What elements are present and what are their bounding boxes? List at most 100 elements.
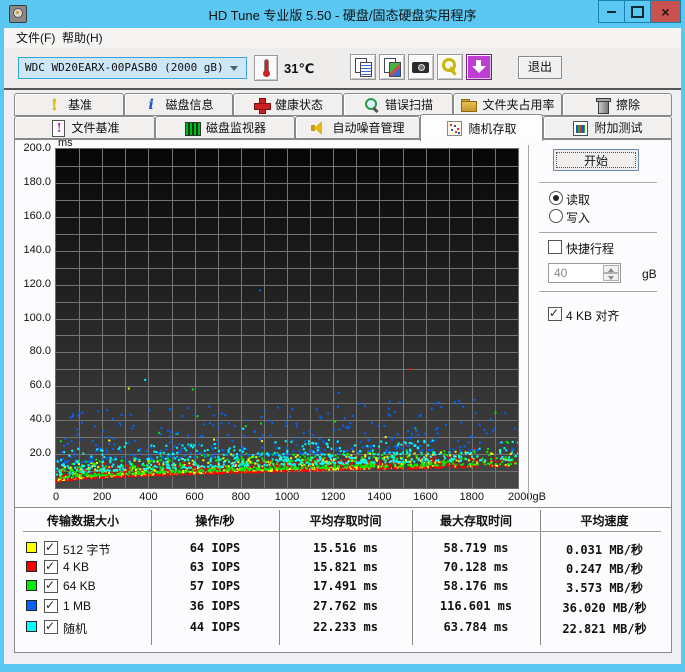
series-checkbox[interactable]	[44, 579, 58, 593]
menu-file[interactable]: 文件(F)	[10, 30, 61, 46]
series-checkbox[interactable]	[44, 620, 58, 634]
series-color-swatch	[26, 621, 37, 632]
folder-icon	[460, 97, 478, 113]
series-label: 64 KB	[63, 579, 96, 593]
title-bar: HD Tune 专业版 5.50 - 硬盘/固态硬盘实用程序 ×	[0, 0, 685, 28]
series-checkbox[interactable]	[44, 541, 58, 555]
x-tick-label: 1600	[413, 491, 438, 503]
capacity-value: 40	[554, 266, 568, 280]
spinner-up-button[interactable]	[603, 265, 619, 273]
align-4kb-checkbox[interactable]	[548, 307, 562, 321]
tab-disk-monitor[interactable]: 磁盘监视器	[155, 116, 295, 139]
avg-speed: 0.247 MB/秒	[565, 562, 644, 576]
options-button[interactable]	[437, 54, 463, 80]
menu-help[interactable]: 帮助(H)	[56, 30, 109, 46]
iops-value: 63 IOPS	[189, 560, 241, 574]
series-checkbox[interactable]	[44, 599, 58, 613]
x-tick-label: 1000	[274, 491, 300, 503]
start-button[interactable]: 开始	[553, 149, 639, 171]
copy-text-button[interactable]	[350, 54, 376, 80]
read-radio[interactable]	[549, 191, 563, 205]
table-row: 512 字节 64 IOPS 15.516 ms 58.719 ms 0.031…	[15, 539, 671, 558]
info-icon	[143, 97, 160, 113]
screenshot-button[interactable]	[408, 54, 434, 80]
x-tick-label: 1800	[459, 491, 485, 503]
speaker-icon	[310, 120, 327, 136]
app-window: HD Tune 专业版 5.50 - 硬盘/固态硬盘实用程序 × 文件(F) 帮…	[0, 0, 685, 672]
download-arrow-icon	[467, 55, 491, 79]
trash-icon	[594, 97, 611, 114]
x-tick-label: 0	[52, 491, 60, 503]
close-icon: ×	[661, 3, 670, 20]
x-tick-label: 2000gB	[508, 491, 546, 503]
table-row: 4 KB 63 IOPS 15.821 ms 70.128 ms 0.247 M…	[15, 558, 671, 577]
y-tick-label: 100.0	[23, 311, 51, 324]
exit-button[interactable]: 退出	[518, 56, 562, 79]
tab-label: 文件夹占用率	[482, 98, 555, 112]
temperature-button[interactable]	[254, 55, 278, 81]
file-benchmark-icon	[49, 119, 66, 137]
column-header: 平均速度	[580, 514, 629, 528]
series-label: 1 MB	[63, 599, 92, 613]
avg-access-time: 15.821 ms	[312, 560, 379, 574]
tab-label: 擦除	[615, 98, 640, 112]
tab-erase[interactable]: 擦除	[562, 93, 672, 116]
window-title: HD Tune 专业版 5.50 - 硬盘/固态硬盘实用程序	[208, 8, 477, 23]
iops-value: 36 IOPS	[189, 599, 241, 613]
y-axis-unit: ms	[58, 137, 73, 149]
drive-select[interactable]: WDC WD20EARX-00PASB0 (2000 gB)	[18, 57, 247, 79]
series-checkbox[interactable]	[44, 560, 58, 574]
table-header-row: 传输数据大小 操作/秒 平均存取时间 最大存取时间 平均速度	[15, 512, 671, 530]
panel-separator	[528, 145, 530, 501]
temperature-value: 31℃	[284, 61, 315, 76]
tab-label: 磁盘监视器	[205, 121, 266, 135]
toolbar: WDC WD20EARX-00PASB0 (2000 gB) 31℃ 退出	[4, 48, 681, 88]
update-button[interactable]	[466, 54, 492, 80]
separator	[539, 182, 657, 184]
tab-label: 磁盘信息	[165, 98, 214, 112]
column-header: 操作/秒	[195, 514, 235, 528]
copy-image-button[interactable]	[379, 54, 405, 80]
tab-label: 文件基准	[71, 121, 120, 135]
tab-file-benchmark[interactable]: 文件基准	[14, 116, 155, 139]
separator	[539, 232, 657, 234]
tab-folder-usage[interactable]: 文件夹占用率	[453, 93, 562, 116]
chevron-down-icon	[230, 66, 238, 71]
tab-aam[interactable]: 自动噪音管理	[295, 116, 420, 139]
x-tick-label: 400	[139, 491, 158, 503]
close-button[interactable]: ×	[650, 0, 681, 23]
tab-label: 自动噪音管理	[332, 121, 405, 135]
tab-label: 随机存取	[468, 121, 517, 136]
avg-speed: 3.573 MB/秒	[565, 581, 644, 595]
max-access-time: 70.128 ms	[443, 560, 509, 574]
random-access-page: ms 20.0 40.0 60.0 80.0 100.0 120.0 140.0 160.0 1…	[14, 137, 672, 653]
tab-benchmark[interactable]: 基准	[14, 93, 124, 116]
maximize-button[interactable]	[624, 0, 651, 23]
max-access-time: 116.601 ms	[439, 599, 513, 613]
tab-random-access[interactable]: 随机存取	[420, 114, 543, 141]
tab-health[interactable]: 健康状态	[233, 93, 343, 116]
series-color-swatch	[26, 561, 37, 572]
y-tick-label: 200.0	[23, 142, 51, 154]
tab-extra-tests[interactable]: 附加测试	[543, 116, 672, 139]
y-tick-label: 40.0	[29, 413, 51, 426]
table-row: 随机 44 IOPS 22.233 ms 63.784 ms 22.821 MB…	[15, 618, 671, 637]
minimize-button[interactable]	[598, 0, 625, 23]
tab-disk-info[interactable]: 磁盘信息	[124, 93, 233, 116]
y-tick-label: 140.0	[23, 243, 51, 256]
y-tick-label: 180.0	[23, 175, 51, 188]
y-tick-label: 80.0	[29, 345, 51, 358]
table-row: 1 MB 36 IOPS 27.762 ms 116.601 ms 36.020…	[15, 597, 671, 616]
write-radio[interactable]	[549, 209, 563, 223]
tab-error-scan[interactable]: 错误扫描	[343, 93, 453, 116]
y-tick-label: 60.0	[29, 379, 51, 392]
camera-icon	[409, 55, 433, 79]
y-tick-label: 160.0	[23, 209, 51, 222]
avg-access-time: 27.762 ms	[312, 599, 379, 613]
keys-icon	[438, 55, 462, 79]
capacity-spinner[interactable]: 40	[548, 263, 621, 283]
spinner-down-button[interactable]	[603, 273, 619, 281]
table-row: 64 KB 57 IOPS 17.491 ms 58.176 ms 3.573 …	[15, 577, 671, 596]
menu-bar: 文件(F) 帮助(H)	[4, 28, 681, 48]
short-stroke-checkbox[interactable]	[548, 240, 562, 254]
